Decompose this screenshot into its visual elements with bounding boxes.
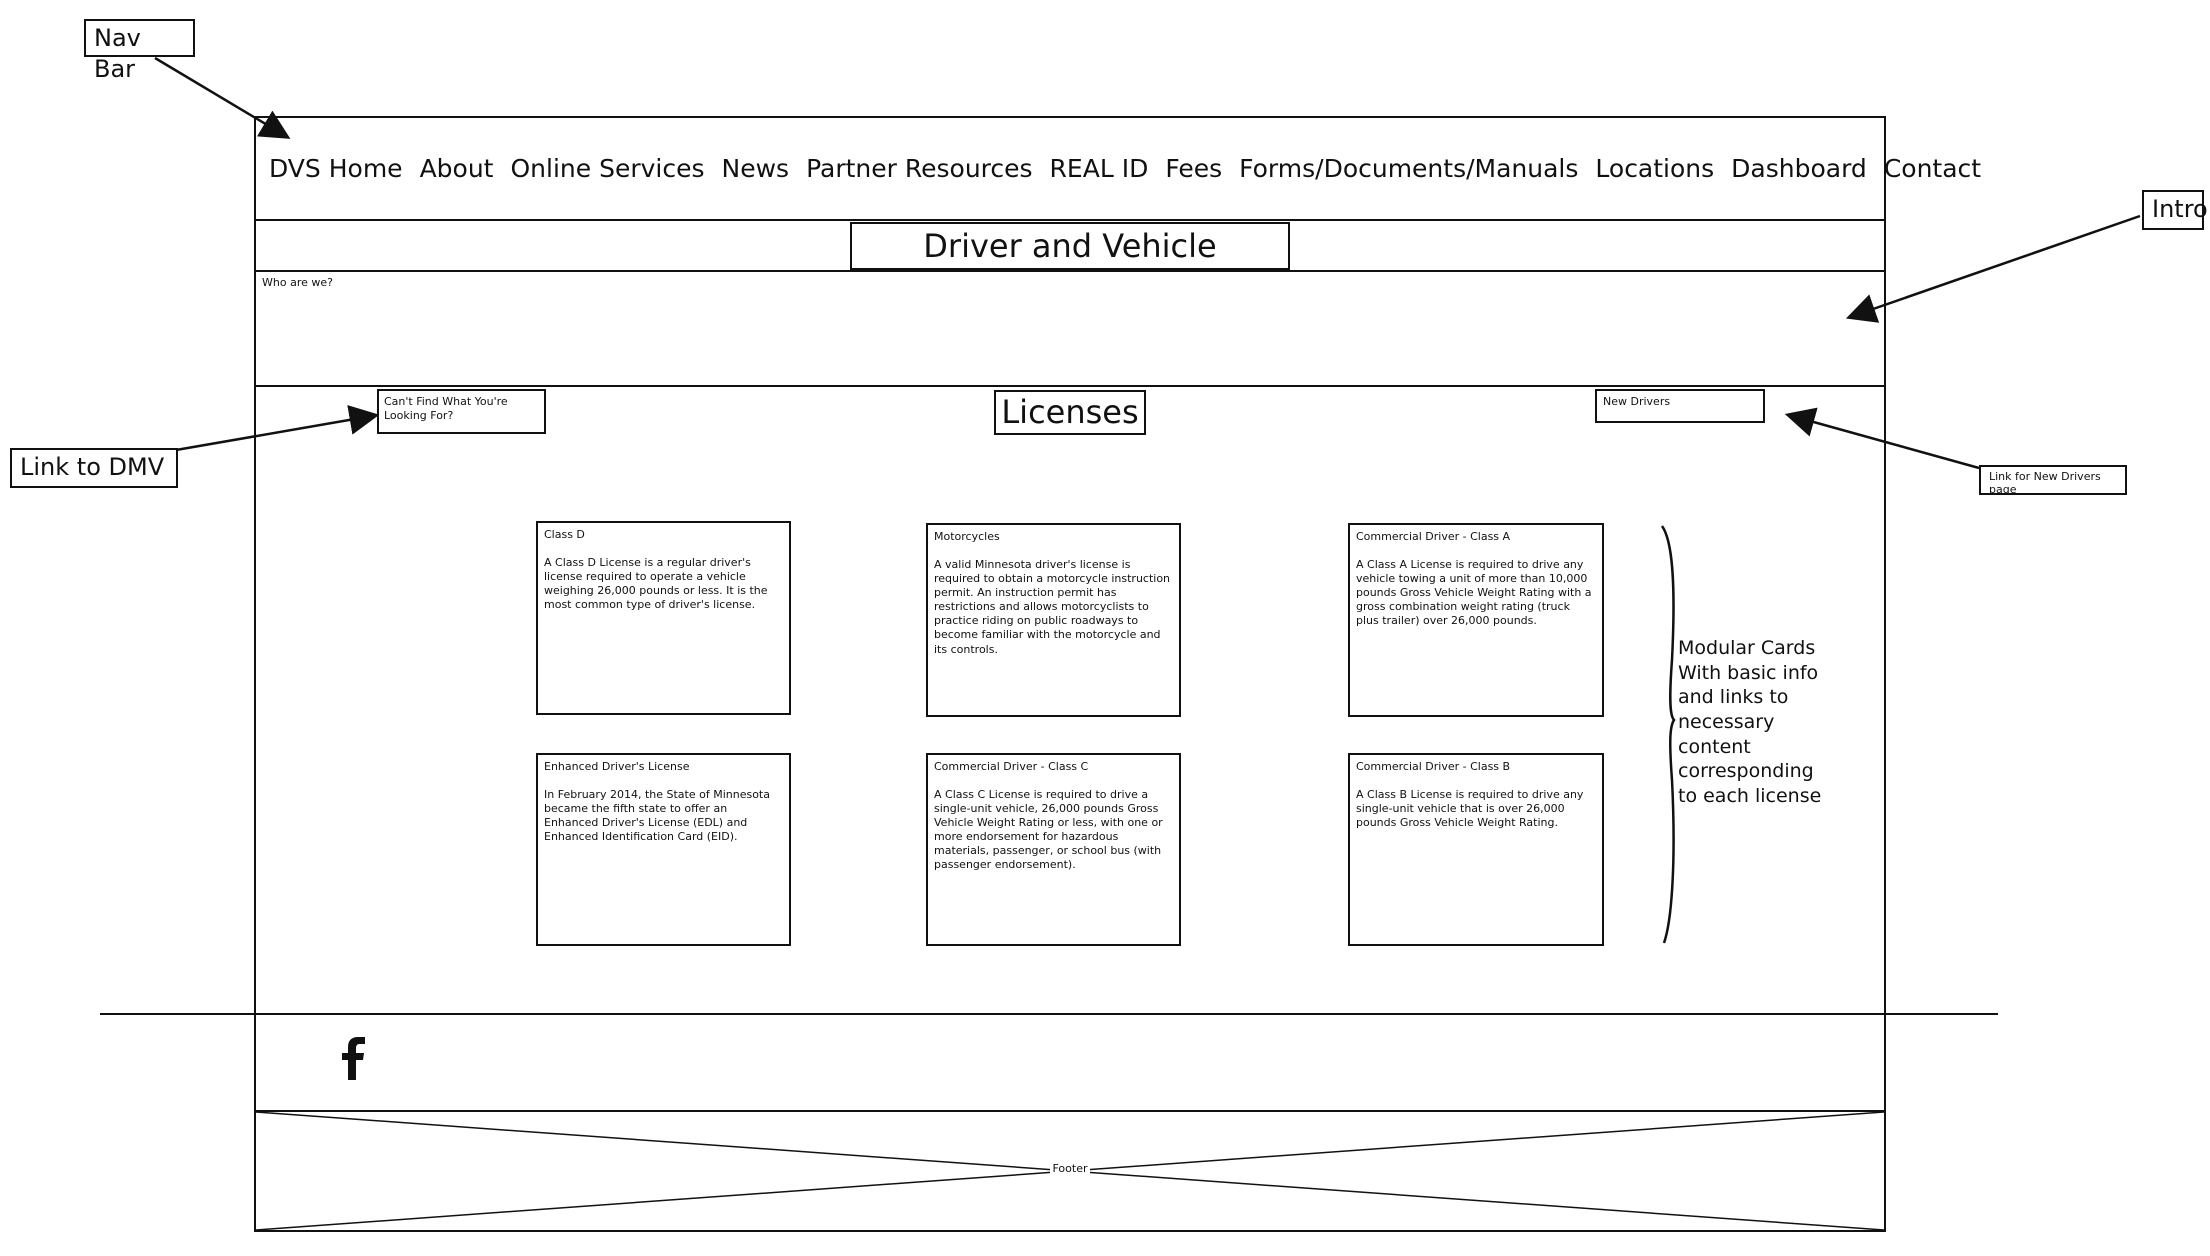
card-title: Class D (544, 528, 585, 541)
card-text: A Class D License is a regular driver's … (544, 556, 768, 612)
nav-item-dashboard[interactable]: Dashboard (1731, 154, 1867, 183)
nav-item-online-services[interactable]: Online Services (510, 154, 704, 183)
nav-item-dvs-home[interactable]: DVS Home (269, 154, 403, 183)
nav-bar: DVS Home About Online Services News Part… (254, 116, 1981, 221)
card-commercial-class-b[interactable]: Commercial Driver - Class B A Class B Li… (1348, 753, 1604, 946)
nav-item-forms[interactable]: Forms/Documents/Manuals (1239, 154, 1578, 183)
card-class-d[interactable]: Class D A Class D License is a regular d… (536, 521, 791, 715)
section-divider (100, 1013, 1998, 1015)
footer-placeholder: Footer (254, 1110, 1886, 1232)
licenses-title: Licenses (994, 390, 1146, 435)
cant-find-link[interactable]: Can't Find What You're Looking For? (377, 389, 546, 434)
intro-text: Who are we? (262, 276, 333, 289)
card-title: Commercial Driver - Class C (934, 760, 1089, 773)
footer-label: Footer (1050, 1162, 1090, 1175)
annotation-intro: Intro (2142, 190, 2208, 230)
card-text: A Class C License is required to drive a… (934, 788, 1163, 872)
card-title: Motorcycles (934, 530, 1000, 543)
card-commercial-class-c[interactable]: Commercial Driver - Class C A Class C Li… (926, 753, 1181, 946)
facebook-icon[interactable] (340, 1036, 370, 1080)
nav-item-locations[interactable]: Locations (1595, 154, 1714, 183)
annotation-link-new-drivers: Link for New Drivers page (1979, 465, 2127, 496)
card-commercial-class-a[interactable]: Commercial Driver - Class A A Class A Li… (1348, 523, 1604, 717)
card-motorcycles[interactable]: Motorcycles A valid Minnesota driver's l… (926, 523, 1181, 717)
intro-section: Who are we? (254, 270, 1886, 387)
card-enhanced-drivers-license[interactable]: Enhanced Driver's License In February 20… (536, 753, 791, 946)
nav-item-about[interactable]: About (420, 154, 494, 183)
annotation-link-to-dmv: Link to DMV (10, 448, 178, 488)
new-drivers-link[interactable]: New Drivers (1595, 389, 1765, 423)
annotation-modular-cards: Modular Cards With basic info and links … (1678, 637, 1822, 808)
page-title: Driver and Vehicle Services (850, 222, 1290, 309)
card-text: In February 2014, the State of Minnesota… (544, 788, 770, 844)
card-title: Enhanced Driver's License (544, 760, 690, 773)
nav-item-news[interactable]: News (722, 154, 790, 183)
card-text: A Class A License is required to drive a… (1356, 558, 1592, 628)
card-title: Commercial Driver - Class A (1356, 530, 1511, 543)
nav-item-fees[interactable]: Fees (1165, 154, 1222, 183)
nav-item-contact[interactable]: Contact (1884, 154, 1981, 183)
card-title: Commercial Driver - Class B (1356, 760, 1511, 773)
nav-item-real-id[interactable]: REAL ID (1050, 154, 1149, 183)
nav-item-partner-resources[interactable]: Partner Resources (806, 154, 1032, 183)
annotation-nav-bar: Nav Bar (84, 19, 195, 83)
card-text: A Class B License is required to drive a… (1356, 788, 1584, 830)
card-text: A valid Minnesota driver's license is re… (934, 558, 1171, 656)
